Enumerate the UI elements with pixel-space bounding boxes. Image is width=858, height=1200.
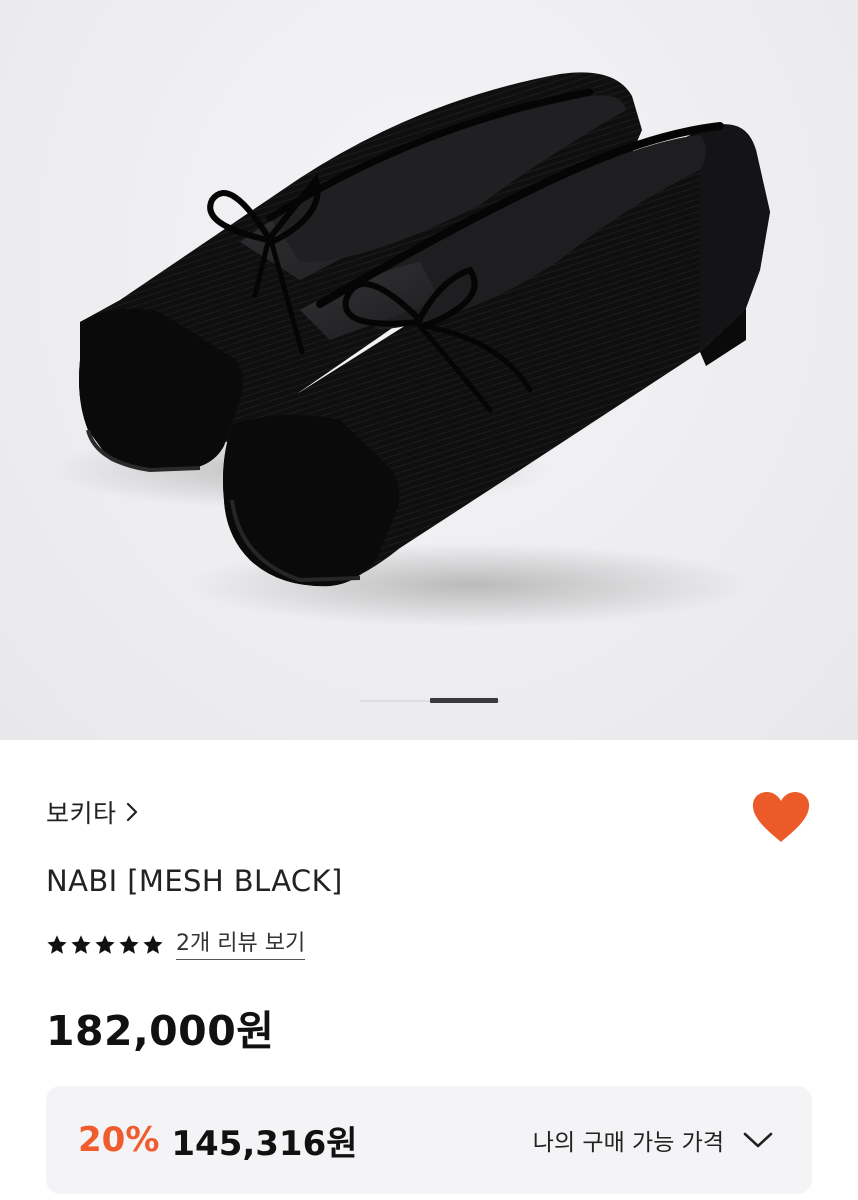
product-image-gallery[interactable] (0, 0, 858, 740)
discounted-price: 145,316원 (171, 1123, 358, 1164)
star-icon (71, 935, 91, 954)
discount-rate: 20% (78, 1120, 160, 1160)
my-price-box[interactable]: 20% 145,316원 나의 구매 가능 가격 (46, 1086, 812, 1194)
my-price-label: 나의 구매 가능 가격 (532, 1130, 724, 1156)
product-image (50, 72, 770, 627)
star-icon (119, 935, 139, 954)
chevron-down-icon[interactable] (742, 1130, 774, 1150)
product-price: 182,000원 (46, 1007, 275, 1055)
brand-name: 보키타 (46, 799, 117, 828)
page-indicator-active (430, 698, 498, 703)
star-rating (46, 934, 164, 956)
heart-icon[interactable] (750, 790, 812, 846)
product-rating: 2개 리뷰 보기 (46, 928, 306, 962)
star-icon (95, 935, 115, 954)
star-icon (47, 935, 67, 954)
product-title: NABI [MESH BLACK] (46, 864, 343, 898)
image-page-indicator (360, 698, 500, 704)
chevron-right-icon (126, 802, 137, 822)
star-icon (143, 935, 163, 954)
brand-link[interactable]: 보키타 (46, 795, 139, 829)
review-link[interactable]: 2개 리뷰 보기 (176, 931, 306, 960)
